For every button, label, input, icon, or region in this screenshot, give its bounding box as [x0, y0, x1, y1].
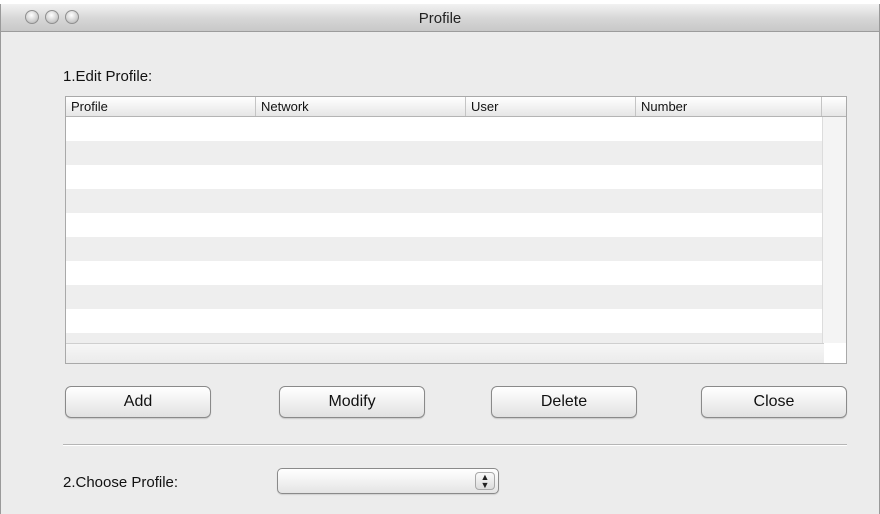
column-header-user[interactable]: User — [466, 97, 636, 116]
table-row[interactable] — [66, 285, 824, 309]
column-header-network[interactable]: Network — [256, 97, 466, 116]
up-down-chevron-icon[interactable]: ▲ ▼ — [475, 472, 495, 490]
table-row[interactable] — [66, 189, 824, 213]
horizontal-scrollbar[interactable] — [66, 343, 824, 363]
section-divider — [63, 444, 847, 445]
modify-button[interactable]: Modify — [279, 386, 425, 418]
table-row[interactable] — [66, 309, 824, 333]
add-button[interactable]: Add — [65, 386, 211, 418]
title-bar[interactable]: Profile — [1, 4, 879, 32]
table-body[interactable] — [66, 117, 824, 357]
table-row[interactable] — [66, 117, 824, 141]
delete-button[interactable]: Delete — [491, 386, 637, 418]
profile-table[interactable]: Profile Network User Number — [65, 96, 847, 364]
column-header-profile[interactable]: Profile — [66, 97, 256, 116]
vertical-scrollbar[interactable] — [822, 117, 846, 343]
close-button[interactable]: Close — [701, 386, 847, 418]
edit-profile-label: 1.Edit Profile: — [63, 68, 153, 85]
window-title: Profile — [418, 10, 462, 27]
table-row[interactable] — [66, 213, 824, 237]
table-row[interactable] — [66, 165, 824, 189]
table-row[interactable] — [66, 261, 824, 285]
table-row[interactable] — [66, 237, 824, 261]
profile-window: Profile 1.Edit Profile: Profile Network … — [0, 4, 880, 514]
table-row[interactable] — [66, 141, 824, 165]
table-header: Profile Network User Number — [66, 97, 846, 117]
column-header-corner — [822, 97, 846, 116]
choose-profile-select[interactable]: ▲ ▼ — [277, 468, 499, 494]
choose-profile-label: 2.Choose Profile: — [63, 474, 179, 491]
column-header-number[interactable]: Number — [636, 97, 822, 116]
